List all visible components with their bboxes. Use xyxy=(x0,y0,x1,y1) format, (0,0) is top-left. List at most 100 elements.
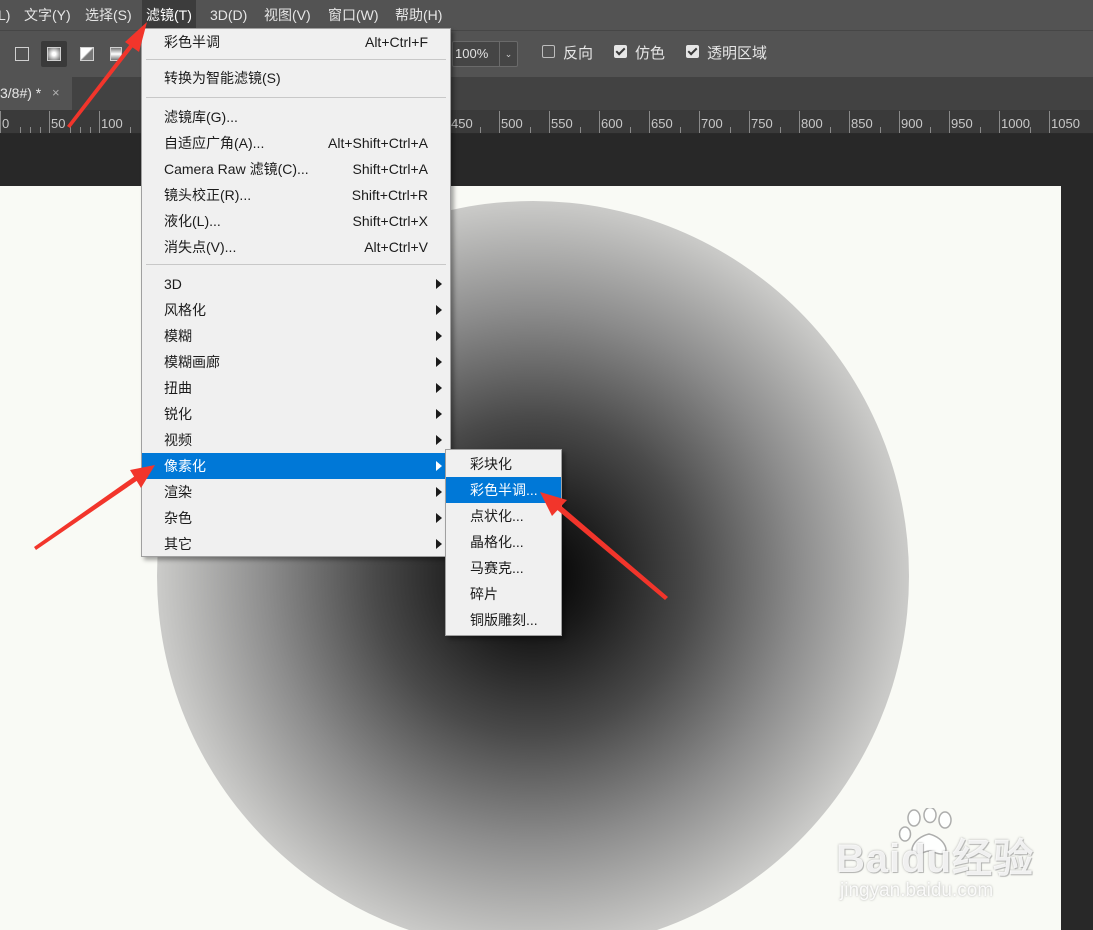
menu-item-shortcut: Shift+Ctrl+X xyxy=(352,213,428,229)
reflected-gradient-button[interactable] xyxy=(104,41,130,67)
menu-item-noise[interactable]: 杂色 xyxy=(142,505,450,531)
menu-item-label: 其它 xyxy=(164,536,192,552)
watermark-url: jingyan.baidu.com xyxy=(840,880,994,901)
ruler-label: 650 xyxy=(651,116,673,131)
menu-item-label: 液化(L)... xyxy=(164,213,221,229)
ruler-label: 600 xyxy=(601,116,623,131)
ruler-tick xyxy=(849,111,850,133)
reflected-gradient-icon xyxy=(110,47,122,61)
dither-checkbox[interactable] xyxy=(614,45,627,58)
ruler-tick xyxy=(99,111,100,133)
submenu-item-crystallize[interactable]: 晶格化... xyxy=(446,529,561,555)
ruler-label: 1000 xyxy=(1001,116,1030,131)
menu-item-render[interactable]: 渲染 xyxy=(142,479,450,505)
menu-item-adaptive-wide-angle[interactable]: 自适应广角(A)... Alt+Shift+Ctrl+A xyxy=(142,130,450,156)
menu-item-label: 风格化 xyxy=(164,302,206,318)
menu-item-3d[interactable]: 3D(D) xyxy=(210,0,247,30)
ruler-tick xyxy=(580,127,581,133)
ruler-label: 950 xyxy=(951,116,973,131)
ruler-tick xyxy=(980,127,981,133)
ruler-tick xyxy=(20,127,21,133)
menu-item-shortcut: Alt+Ctrl+V xyxy=(364,239,428,255)
menu-item-label: 像素化 xyxy=(164,458,206,474)
menu-item-stylize[interactable]: 风格化 xyxy=(142,297,450,323)
menu-item-lens-correction[interactable]: 镜头校正(R)... Shift+Ctrl+R xyxy=(142,182,450,208)
menu-item-shortcut: Alt+Shift+Ctrl+A xyxy=(328,135,428,151)
ruler-label: 100 xyxy=(101,116,123,131)
ruler-tick xyxy=(70,127,71,133)
submenu-item-facet[interactable]: 彩块化 xyxy=(446,451,561,477)
menu-item-filter[interactable]: 滤镜(T) xyxy=(142,0,196,30)
menu-item-type[interactable]: 文字(Y) xyxy=(24,0,71,30)
dither-label: 仿色 xyxy=(635,45,666,62)
ruler-label: 0 xyxy=(2,116,10,131)
chevron-right-icon xyxy=(436,331,442,341)
reverse-checkbox[interactable] xyxy=(542,45,555,58)
menu-item-vanishing-point[interactable]: 消失点(V)... Alt+Ctrl+V xyxy=(142,234,450,260)
menu-separator xyxy=(146,264,446,265)
menu-item-shortcut: Alt+Ctrl+F xyxy=(364,34,428,50)
reverse-label: 反向 xyxy=(563,45,594,62)
chevron-right-icon xyxy=(436,435,442,445)
menu-separator xyxy=(146,59,446,60)
opacity-value: 100% xyxy=(455,46,489,61)
ruler-label: 1050 xyxy=(1051,116,1080,131)
chevron-right-icon xyxy=(436,383,442,393)
menu-item-filter-gallery[interactable]: 滤镜库(G)... xyxy=(142,104,450,130)
ruler-tick xyxy=(899,111,900,133)
chevron-right-icon xyxy=(436,357,442,367)
ruler-label: 550 xyxy=(551,116,573,131)
menu-item-label: 模糊画廊 xyxy=(164,354,220,370)
menu-item-color-halftone-last[interactable]: 彩色半调 Alt+Ctrl+F xyxy=(142,29,450,55)
menu-item-select[interactable]: 选择(S) xyxy=(85,0,132,30)
chevron-right-icon xyxy=(436,409,442,419)
gradient-mode-button[interactable] xyxy=(9,41,35,67)
ruler-label: 900 xyxy=(901,116,923,131)
ruler-tick xyxy=(599,111,600,133)
menu-item-video[interactable]: 视频 xyxy=(142,427,450,453)
menu-item-label: 晶格化... xyxy=(470,534,524,550)
menu-item-label: 视频 xyxy=(164,432,192,448)
chevron-down-icon[interactable]: ⌄ xyxy=(499,42,517,66)
ruler-tick xyxy=(830,127,831,133)
submenu-item-pointillize[interactable]: 点状化... xyxy=(446,503,561,529)
menu-item-other[interactable]: 其它 xyxy=(142,531,450,557)
menu-item-sharpen[interactable]: 锐化 xyxy=(142,401,450,427)
submenu-item-fragment[interactable]: 碎片 xyxy=(446,581,561,607)
menu-item-label: 消失点(V)... xyxy=(164,239,237,255)
submenu-item-mosaic[interactable]: 马赛克... xyxy=(446,555,561,581)
opacity-field[interactable]: 100% ⌄ xyxy=(452,41,518,67)
radial-gradient-button[interactable] xyxy=(41,41,67,67)
menu-item-label: 扭曲 xyxy=(164,380,192,396)
angle-gradient-button[interactable] xyxy=(74,41,100,67)
ruler-tick xyxy=(90,127,91,133)
menu-item-3d[interactable]: 3D xyxy=(142,271,450,297)
menu-item-label: 彩色半调... xyxy=(470,482,538,498)
menu-item-window[interactable]: 窗口(W) xyxy=(328,0,379,30)
menu-item-convert-smart-filter[interactable]: 转换为智能滤镜(S) xyxy=(142,65,450,91)
menu-item-label: 彩色半调 xyxy=(164,34,220,50)
ruler-tick xyxy=(999,111,1000,133)
menu-item-label: 点状化... xyxy=(470,508,524,524)
close-icon[interactable]: × xyxy=(52,85,60,100)
document-tab[interactable]: 3/8#) * × xyxy=(0,77,72,110)
menu-item-liquify[interactable]: 液化(L)... Shift+Ctrl+X xyxy=(142,208,450,234)
menu-item-layer-partial[interactable]: L) xyxy=(0,0,10,30)
menu-item-view[interactable]: 视图(V) xyxy=(264,0,311,30)
ruler-tick xyxy=(680,127,681,133)
menu-item-camera-raw[interactable]: Camera Raw 滤镜(C)... Shift+Ctrl+A xyxy=(142,156,450,182)
submenu-item-color-halftone[interactable]: 彩色半调... xyxy=(446,477,561,503)
menu-item-blur[interactable]: 模糊 xyxy=(142,323,450,349)
ruler-label: 450 xyxy=(451,116,473,131)
menu-item-distort[interactable]: 扭曲 xyxy=(142,375,450,401)
ruler-tick xyxy=(499,111,500,133)
submenu-item-mezzotint[interactable]: 铜版雕刻... xyxy=(446,607,561,633)
ruler-tick xyxy=(949,111,950,133)
menu-item-pixelate[interactable]: 像素化 xyxy=(142,453,450,479)
menu-item-label: 转换为智能滤镜(S) xyxy=(164,70,281,86)
menu-bar: L) 文字(Y) 选择(S) 滤镜(T) 3D(D) 视图(V) 窗口(W) 帮… xyxy=(0,0,1093,30)
transparency-checkbox[interactable] xyxy=(686,45,699,58)
menu-item-blur-gallery[interactable]: 模糊画廊 xyxy=(142,349,450,375)
ruler-label: 700 xyxy=(701,116,723,131)
menu-item-help[interactable]: 帮助(H) xyxy=(395,0,442,30)
